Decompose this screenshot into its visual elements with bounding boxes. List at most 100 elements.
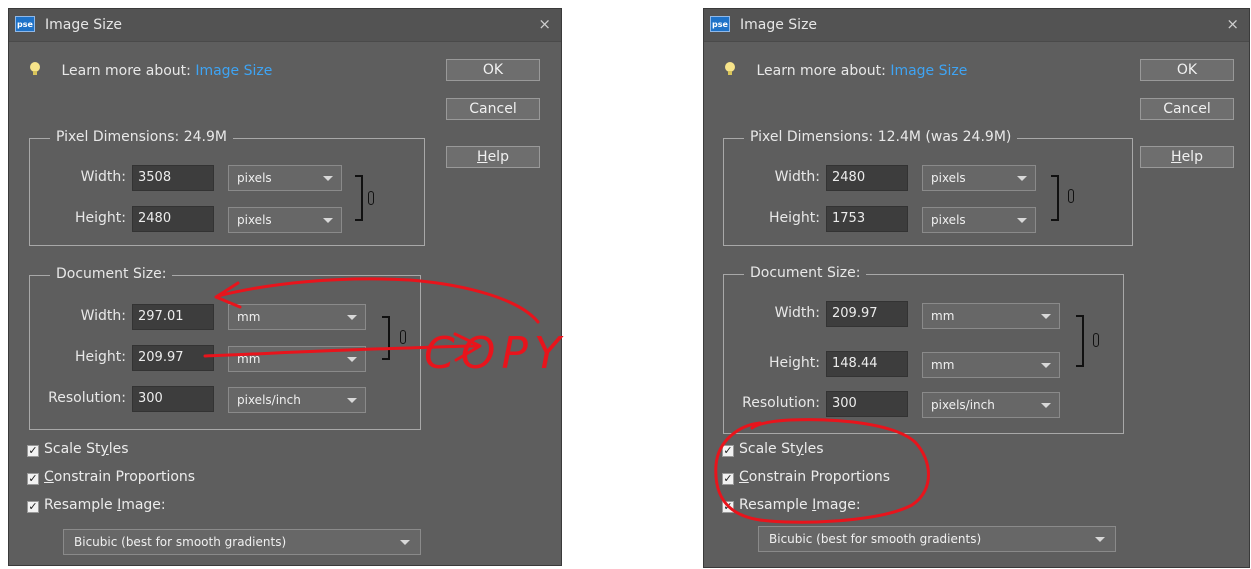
document-size-group: Document Size: Width: 297.01 mm Height: … xyxy=(29,266,421,430)
chain-link-icon xyxy=(1068,189,1074,203)
ok-button[interactable]: OK xyxy=(1140,59,1234,81)
resolution-input[interactable]: 300 xyxy=(132,386,214,412)
help-button[interactable]: Help xyxy=(1140,146,1234,168)
chevron-down-icon xyxy=(1041,314,1051,319)
doc-height-unit: mm xyxy=(237,352,261,366)
help-button[interactable]: Help xyxy=(446,146,540,168)
resolution-unit: pixels/inch xyxy=(237,393,301,407)
checkmark-icon[interactable]: ✓ xyxy=(27,473,39,485)
checkmark-icon[interactable]: ✓ xyxy=(722,445,734,457)
constrain-proportions-checkbox[interactable]: ✓ Constrain Proportions xyxy=(722,469,890,485)
doc-width-label: Width: xyxy=(80,308,126,324)
chevron-down-icon xyxy=(1041,363,1051,368)
pixel-height-unit: pixels xyxy=(931,213,966,227)
checkmark-icon[interactable]: ✓ xyxy=(27,501,39,513)
doc-width-label: Width: xyxy=(774,305,820,321)
pixel-height-unit-select[interactable]: pixels xyxy=(922,207,1036,233)
checkmark-icon[interactable]: ✓ xyxy=(27,445,39,457)
constrain-proportions-checkbox[interactable]: ✓ Constrain Proportions xyxy=(27,469,195,485)
pixel-width-input[interactable]: 3508 xyxy=(132,165,214,191)
resample-image-checkbox[interactable]: ✓ Resample Image: xyxy=(27,497,166,513)
chain-link-icon xyxy=(1093,333,1099,347)
resolution-input[interactable]: 300 xyxy=(826,391,908,417)
help-mnemonic: H xyxy=(1171,149,1182,165)
scale-styles-label: Scale St xyxy=(739,441,796,457)
pixel-width-label: Width: xyxy=(80,169,126,185)
close-icon[interactable]: × xyxy=(538,15,551,33)
doc-width-input[interactable]: 297.01 xyxy=(132,304,214,330)
document-size-group: Document Size: Width: 209.97 mm Height: … xyxy=(723,265,1124,434)
doc-width-unit: mm xyxy=(237,310,261,324)
chevron-down-icon xyxy=(323,218,333,223)
scale-styles-label: Scale St xyxy=(44,441,101,457)
pixel-height-label: Height: xyxy=(75,210,126,226)
ok-button[interactable]: OK xyxy=(446,59,540,81)
pixel-height-input[interactable]: 1753 xyxy=(826,206,908,232)
doc-width-unit: mm xyxy=(931,309,955,323)
dialog-title: Image Size xyxy=(45,17,123,33)
resolution-label: Resolution: xyxy=(742,395,820,411)
doc-width-unit-select[interactable]: mm xyxy=(922,303,1060,329)
learn-more-link[interactable]: Image Size xyxy=(890,63,967,79)
constrain-bracket xyxy=(1076,315,1084,367)
constrain-bracket xyxy=(355,175,363,221)
pixel-width-unit-select[interactable]: pixels xyxy=(228,165,342,191)
help-label-rest: elp xyxy=(487,149,509,165)
constrain-mnemonic: C xyxy=(44,469,54,485)
pixel-width-unit: pixels xyxy=(931,171,966,185)
pixel-width-input[interactable]: 2480 xyxy=(826,165,908,191)
pixel-width-unit-select[interactable]: pixels xyxy=(922,165,1036,191)
title-bar: pse Image Size × xyxy=(9,9,561,42)
chevron-down-icon xyxy=(347,398,357,403)
doc-width-unit-select[interactable]: mm xyxy=(228,304,366,330)
cancel-button[interactable]: Cancel xyxy=(1140,98,1234,120)
document-size-title: Document Size: xyxy=(50,266,173,282)
scale-styles-label-rest: les xyxy=(108,441,129,457)
pixel-dimensions-group: Pixel Dimensions: 24.9M Width: 3508 pixe… xyxy=(29,129,425,246)
pixel-dimensions-title: Pixel Dimensions: 24.9M xyxy=(50,129,233,145)
chevron-down-icon xyxy=(1017,218,1027,223)
image-size-dialog-right: pse Image Size × Learn more about: Image… xyxy=(703,8,1250,568)
doc-height-input[interactable]: 209.97 xyxy=(132,345,214,371)
resample-method-value: Bicubic (best for smooth gradients) xyxy=(769,532,982,546)
pixel-height-unit-select[interactable]: pixels xyxy=(228,207,342,233)
pixel-dimensions-group: Pixel Dimensions: 12.4M (was 24.9M) Widt… xyxy=(723,129,1133,246)
chevron-down-icon xyxy=(400,540,410,545)
title-bar: pse Image Size × xyxy=(704,9,1249,42)
pixel-width-label: Width: xyxy=(774,169,820,185)
resample-method-select[interactable]: Bicubic (best for smooth gradients) xyxy=(63,529,421,555)
resample-image-checkbox[interactable]: ✓ Resample Image: xyxy=(722,497,861,513)
lightbulb-icon xyxy=(724,61,740,81)
scale-styles-mnemonic: y xyxy=(795,441,804,457)
pixel-height-label: Height: xyxy=(769,210,820,226)
checkmark-icon[interactable]: ✓ xyxy=(722,501,734,513)
lightbulb-icon xyxy=(29,61,45,81)
resample-label-rest: mage: xyxy=(816,497,861,513)
scale-styles-label-rest: les xyxy=(803,441,824,457)
resolution-unit-select[interactable]: pixels/inch xyxy=(922,392,1060,418)
doc-height-input[interactable]: 148.44 xyxy=(826,351,908,377)
resolution-unit-select[interactable]: pixels/inch xyxy=(228,387,366,413)
chevron-down-icon xyxy=(1095,537,1105,542)
close-icon[interactable]: × xyxy=(1226,15,1239,33)
chevron-down-icon xyxy=(323,176,333,181)
chevron-down-icon xyxy=(1041,403,1051,408)
resample-method-select[interactable]: Bicubic (best for smooth gradients) xyxy=(758,526,1116,552)
scale-styles-checkbox[interactable]: ✓ Scale Styles xyxy=(722,441,824,457)
pixel-dimensions-title: Pixel Dimensions: 12.4M (was 24.9M) xyxy=(744,129,1018,145)
pixel-height-input[interactable]: 2480 xyxy=(132,206,214,232)
doc-height-unit-select[interactable]: mm xyxy=(922,352,1060,378)
doc-height-unit-select[interactable]: mm xyxy=(228,346,366,372)
chevron-down-icon xyxy=(1017,176,1027,181)
doc-width-input[interactable]: 209.97 xyxy=(826,301,908,327)
checkmark-icon[interactable]: ✓ xyxy=(722,473,734,485)
constrain-label: onstrain Proportions xyxy=(748,469,891,485)
resolution-label: Resolution: xyxy=(48,390,126,406)
scale-styles-checkbox[interactable]: ✓ Scale Styles xyxy=(27,441,129,457)
resample-label-rest: mage: xyxy=(121,497,166,513)
learn-more-link[interactable]: Image Size xyxy=(195,63,272,79)
chain-link-icon xyxy=(368,191,374,205)
cancel-button[interactable]: Cancel xyxy=(446,98,540,120)
pixel-width-unit: pixels xyxy=(237,171,272,185)
constrain-label: onstrain Proportions xyxy=(53,469,196,485)
